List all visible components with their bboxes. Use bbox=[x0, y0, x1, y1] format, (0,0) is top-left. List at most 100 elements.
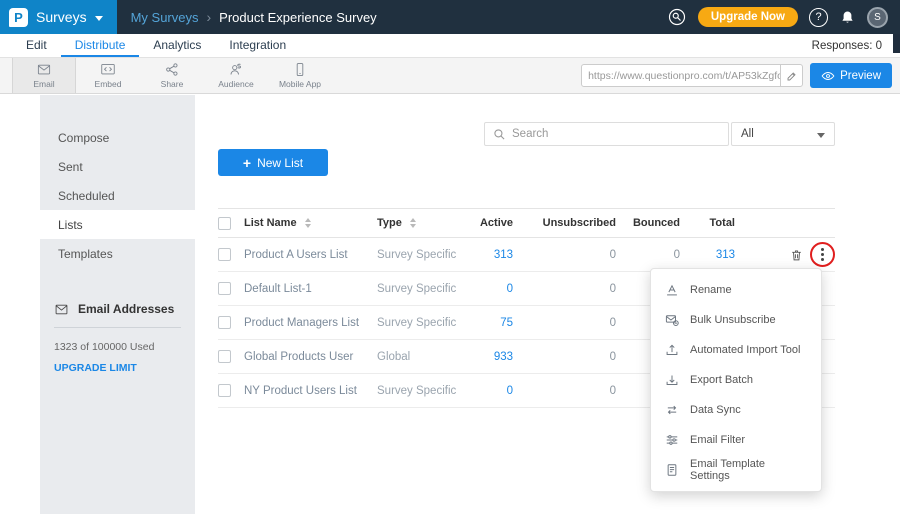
list-type-filter-value: All bbox=[741, 128, 754, 140]
scrollbar-thumb[interactable] bbox=[893, 34, 900, 53]
tab-edit[interactable]: Edit bbox=[12, 34, 61, 57]
total-count[interactable]: 313 bbox=[682, 249, 737, 261]
upgrade-limit-link[interactable]: UPGRADE LIMIT bbox=[54, 362, 181, 374]
sidebar-item-sent[interactable]: Sent bbox=[40, 152, 195, 181]
survey-url-value: https://www.questionpro.com/t/AP53kZgfo bbox=[582, 65, 780, 86]
row-checkbox[interactable] bbox=[218, 384, 231, 397]
breadcrumb-my-surveys[interactable]: My Surveys bbox=[131, 10, 199, 25]
sidebar-item-compose[interactable]: Compose bbox=[40, 123, 195, 152]
active-count[interactable]: 0 bbox=[470, 283, 515, 295]
tab-analytics[interactable]: Analytics bbox=[139, 34, 215, 57]
row-checkbox[interactable] bbox=[218, 248, 231, 261]
breadcrumb: My Surveys › Product Experience Survey bbox=[131, 9, 377, 25]
menu-item-data-sync[interactable]: Data Sync bbox=[651, 395, 821, 425]
help-button[interactable]: ? bbox=[809, 8, 828, 27]
unsubscribed-count: 0 bbox=[515, 249, 618, 261]
email-addresses-title: Email Addresses bbox=[78, 302, 174, 316]
preview-button[interactable]: Preview bbox=[810, 63, 892, 88]
list-filter-row: All bbox=[195, 122, 835, 146]
active-count[interactable]: 313 bbox=[470, 249, 515, 261]
email-addresses-header: Email Addresses bbox=[54, 302, 181, 328]
row-checkbox[interactable] bbox=[218, 350, 231, 363]
header-active: Active bbox=[470, 217, 515, 229]
search-icon bbox=[493, 128, 506, 141]
avatar[interactable]: S bbox=[867, 7, 888, 28]
unsubscribed-count: 0 bbox=[515, 385, 618, 397]
tab-integration[interactable]: Integration bbox=[215, 34, 300, 57]
menu-item-export-batch[interactable]: Export Batch bbox=[651, 365, 821, 395]
sidebar-item-lists[interactable]: Lists bbox=[40, 210, 195, 239]
menu-item-rename[interactable]: Rename bbox=[651, 275, 821, 305]
top-bar: P Surveys My Surveys › Product Experienc… bbox=[0, 0, 900, 34]
tool-embed[interactable]: Embed bbox=[76, 58, 140, 93]
tool-share[interactable]: Share bbox=[140, 58, 204, 93]
responses-count: Responses: 0 bbox=[812, 34, 900, 57]
page-title: Product Experience Survey bbox=[219, 10, 377, 25]
active-count[interactable]: 75 bbox=[470, 317, 515, 329]
unsubscribed-count: 0 bbox=[515, 283, 618, 295]
tool-audience[interactable]: Audience bbox=[204, 58, 268, 93]
upgrade-now-button[interactable]: Upgrade Now bbox=[698, 7, 798, 27]
delete-list-icon[interactable] bbox=[790, 248, 803, 262]
active-count[interactable]: 0 bbox=[470, 385, 515, 397]
menu-item-label: Email Template Settings bbox=[690, 458, 807, 482]
tool-embed-label: Embed bbox=[95, 79, 122, 89]
breadcrumb-separator: › bbox=[206, 9, 211, 25]
sidebar-item-scheduled[interactable]: Scheduled bbox=[40, 181, 195, 210]
surveys-menu[interactable]: P Surveys bbox=[0, 0, 117, 34]
header-total: Total bbox=[682, 217, 737, 229]
list-type-cell: Survey Specific bbox=[377, 249, 470, 261]
active-count[interactable]: 933 bbox=[470, 351, 515, 363]
notifications-bell-icon[interactable] bbox=[839, 9, 856, 26]
audience-icon bbox=[228, 62, 244, 77]
sort-icon[interactable] bbox=[410, 218, 416, 228]
new-list-button[interactable]: + New List bbox=[218, 149, 328, 176]
unsubscribed-count: 0 bbox=[515, 317, 618, 329]
email-addresses-section: Email Addresses 1323 of 100000 Used UPGR… bbox=[40, 302, 195, 374]
survey-url-field[interactable]: https://www.questionpro.com/t/AP53kZgfo bbox=[581, 64, 803, 87]
list-name-cell[interactable]: Product Managers List bbox=[244, 317, 377, 329]
plus-icon: + bbox=[243, 155, 251, 171]
tool-mobile-app-label: Mobile App bbox=[279, 79, 321, 89]
row-checkbox[interactable] bbox=[218, 282, 231, 295]
list-name-cell[interactable]: NY Product Users List bbox=[244, 385, 377, 397]
embed-icon bbox=[100, 62, 116, 77]
header-type[interactable]: Type bbox=[377, 217, 470, 229]
row-more-options-icon[interactable] bbox=[821, 248, 824, 261]
lists-panel: All + New List List Name Type Active Uns bbox=[195, 95, 900, 514]
list-search-input[interactable] bbox=[512, 128, 720, 140]
header-bounced: Bounced bbox=[618, 217, 682, 229]
edit-url-icon[interactable] bbox=[780, 65, 802, 86]
select-all-checkbox[interactable] bbox=[218, 217, 231, 230]
tool-email[interactable]: Email bbox=[12, 58, 76, 93]
email-sidebar: Compose Sent Scheduled Lists Templates E… bbox=[40, 95, 195, 514]
tool-mobile-app[interactable]: Mobile App bbox=[268, 58, 332, 93]
topbar-actions: Upgrade Now ? S bbox=[667, 7, 900, 28]
list-type-cell: Survey Specific bbox=[377, 283, 470, 295]
menu-item-label: Rename bbox=[690, 284, 732, 296]
list-name-cell[interactable]: Default List-1 bbox=[244, 283, 377, 295]
search-icon[interactable] bbox=[667, 7, 687, 27]
list-search-box[interactable] bbox=[484, 122, 729, 146]
menu-item-email-filter[interactable]: Email Filter bbox=[651, 425, 821, 455]
tab-distribute[interactable]: Distribute bbox=[61, 34, 140, 57]
header-list-name[interactable]: List Name bbox=[244, 217, 377, 229]
menu-item-automated-import-tool[interactable]: Automated Import Tool bbox=[651, 335, 821, 365]
list-name-cell[interactable]: Product A Users List bbox=[244, 249, 377, 261]
list-name-cell[interactable]: Global Products User bbox=[244, 351, 377, 363]
tool-audience-label: Audience bbox=[218, 79, 253, 89]
unsubscribed-count: 0 bbox=[515, 351, 618, 363]
list-type-filter-dropdown[interactable]: All bbox=[731, 122, 835, 146]
survey-url-group: https://www.questionpro.com/t/AP53kZgfo … bbox=[581, 58, 900, 93]
menu-item-label: Bulk Unsubscribe bbox=[690, 314, 776, 326]
chevron-down-icon bbox=[95, 16, 103, 21]
row-checkbox[interactable] bbox=[218, 316, 231, 329]
menu-item-email-template-settings[interactable]: Email Template Settings bbox=[651, 455, 821, 485]
menu-item-bulk-unsubscribe[interactable]: Bulk Unsubscribe bbox=[651, 305, 821, 335]
eye-icon bbox=[821, 69, 835, 83]
menu-item-label: Automated Import Tool bbox=[690, 344, 800, 356]
sort-icon[interactable] bbox=[305, 218, 311, 228]
email-usage-text: 1323 of 100000 Used bbox=[54, 341, 181, 353]
tool-email-label: Email bbox=[33, 79, 54, 89]
sidebar-item-templates[interactable]: Templates bbox=[40, 239, 195, 268]
